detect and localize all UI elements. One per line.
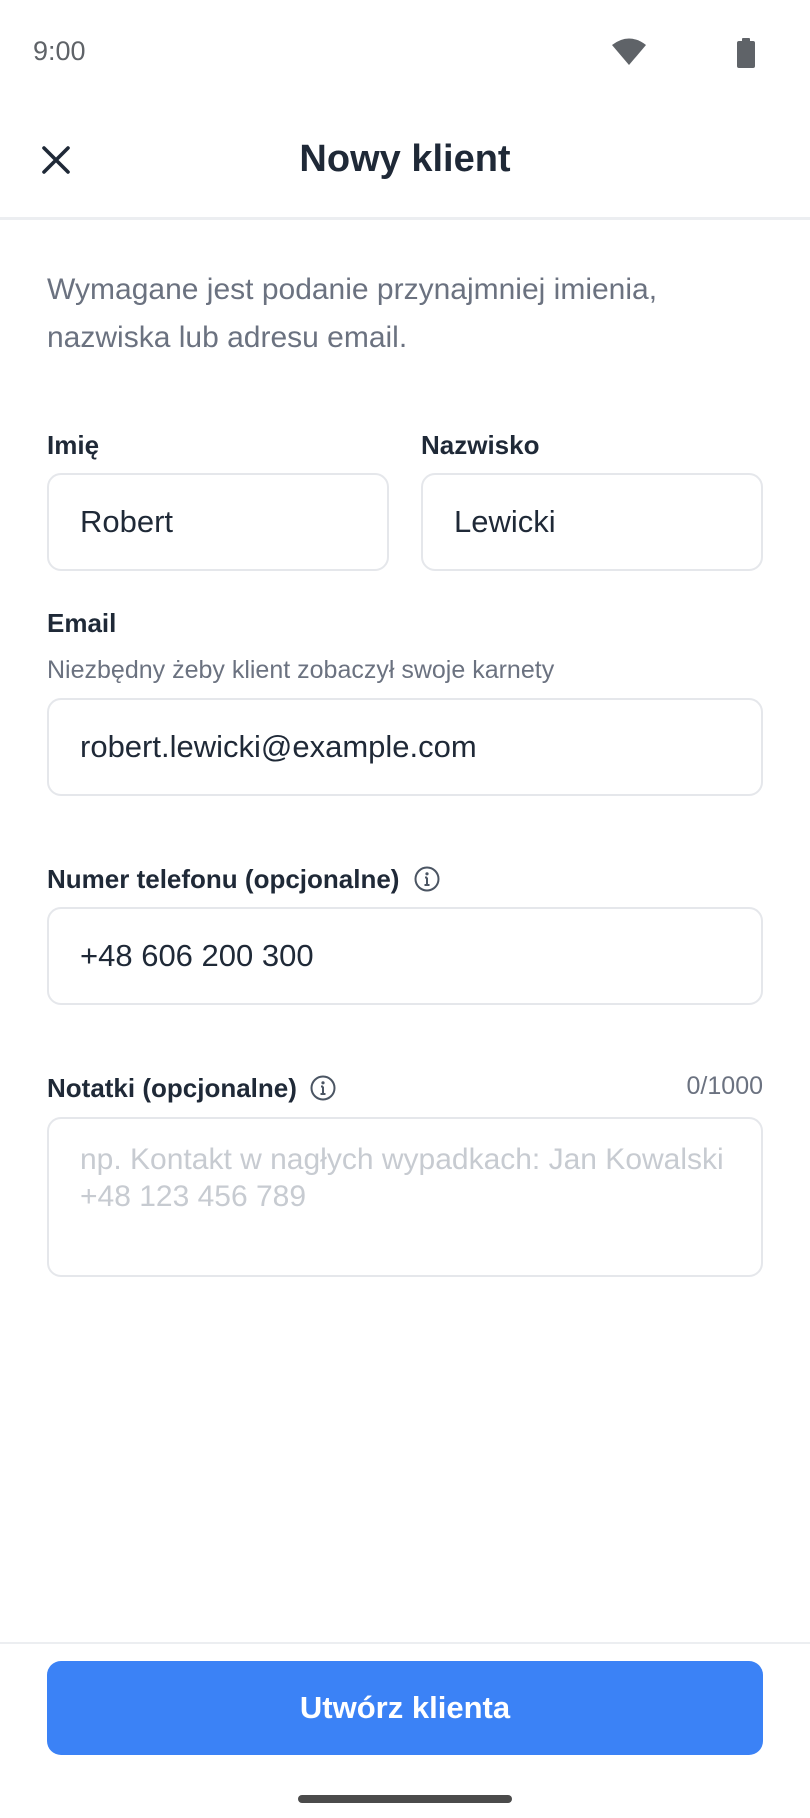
email-help-text: Niezbędny żeby klient zobaczył swoje kar…: [47, 656, 555, 684]
last-name-label: Nazwisko: [421, 430, 540, 460]
status-bar: 9:00: [0, 0, 810, 104]
phone-input[interactable]: [47, 907, 763, 1005]
home-indicator[interactable]: [298, 1795, 512, 1803]
create-client-button[interactable]: Utwórz klienta: [47, 1661, 763, 1755]
page-title: Nowy klient: [299, 138, 511, 180]
info-icon[interactable]: [310, 1075, 336, 1101]
first-name-label: Imię: [47, 430, 100, 460]
status-time: 9:00: [33, 36, 86, 66]
last-name-input[interactable]: [421, 473, 763, 571]
email-input[interactable]: [47, 698, 763, 796]
notes-label: Notatki (opcjonalne): [47, 1073, 297, 1103]
intro-text: Wymagane jest podanie przynajmniej imien…: [47, 273, 658, 354]
first-name-input[interactable]: [47, 473, 389, 571]
new-client-screen: 9:00 Nowy klient Wymagane jest podanie p…: [0, 0, 810, 1818]
wifi-icon: [612, 38, 646, 65]
info-icon[interactable]: [414, 866, 440, 892]
phone-label: Numer telefonu (opcjonalne): [47, 864, 400, 894]
notes-char-counter: 0/1000: [686, 1072, 763, 1100]
battery-icon: [737, 38, 755, 68]
email-label: Email: [47, 608, 117, 638]
footer: Utwórz klienta: [0, 1642, 810, 1818]
app-header: Nowy klient: [0, 104, 810, 220]
notes-textarea[interactable]: [47, 1117, 763, 1277]
